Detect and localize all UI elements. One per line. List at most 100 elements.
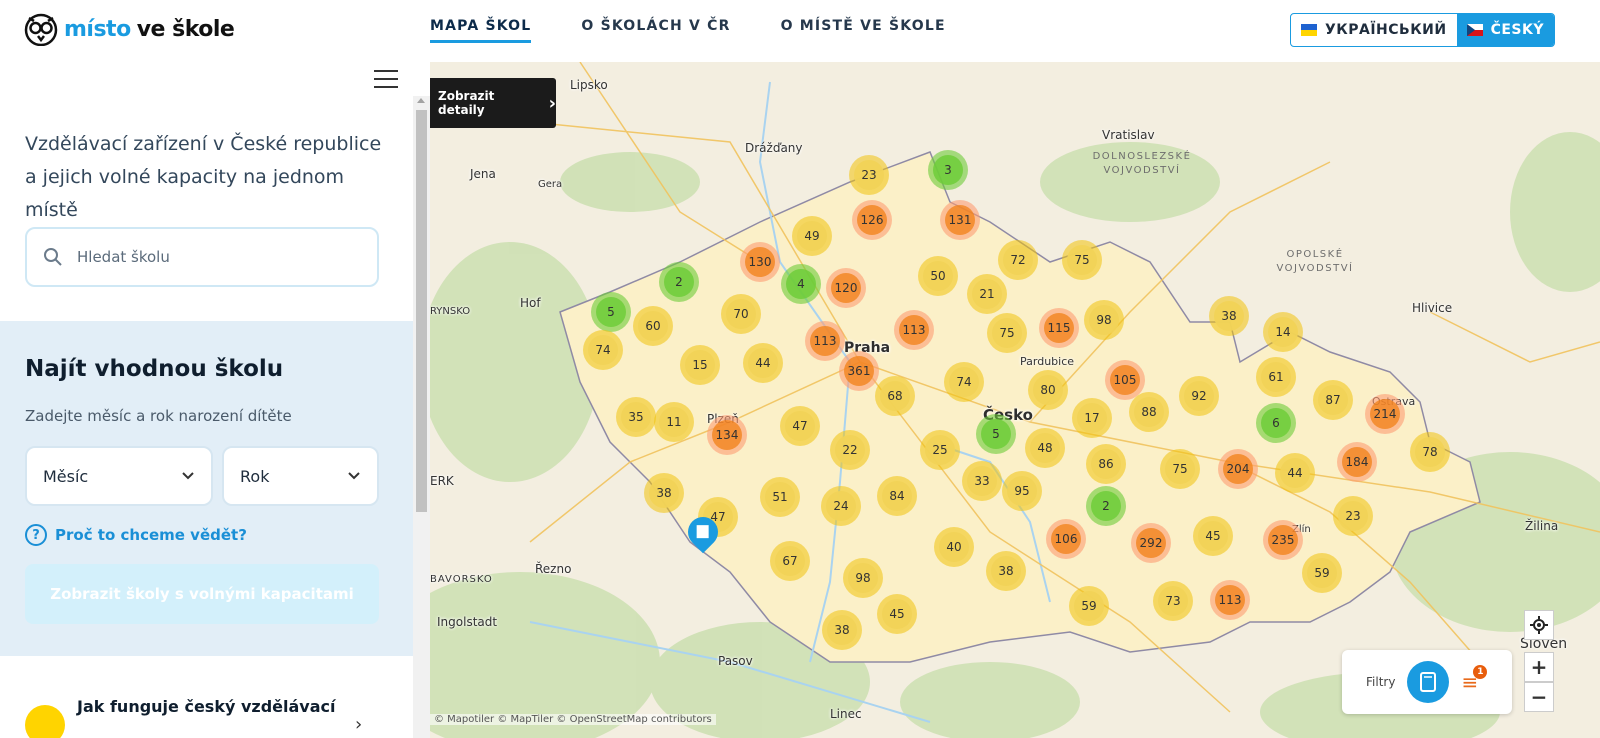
school-cluster-marker[interactable]: 60 xyxy=(633,306,673,346)
how-it-works-item[interactable]: Jak funguje český vzdělávací › xyxy=(25,697,362,738)
school-cluster-marker[interactable]: 25 xyxy=(920,430,960,470)
school-cluster-marker[interactable]: 15 xyxy=(680,345,720,385)
school-cluster-marker[interactable]: 214 xyxy=(1365,394,1405,434)
school-cluster-marker[interactable]: 2 xyxy=(659,262,699,302)
school-cluster-marker[interactable]: 48 xyxy=(1025,428,1065,468)
school-cluster-marker[interactable]: 50 xyxy=(918,256,958,296)
zoom-in-button[interactable]: + xyxy=(1524,652,1554,682)
school-cluster-marker[interactable]: 113 xyxy=(805,321,845,361)
why-link[interactable]: ? Proč to chceme vědět? xyxy=(25,524,247,546)
school-cluster-marker[interactable]: 70 xyxy=(721,294,761,334)
lang-ukrainian-button[interactable]: УКРАЇНСЬКИЙ xyxy=(1291,14,1457,46)
map-canvas[interactable]: Zobrazit detaily › Lipsko Drážďany Jena … xyxy=(430,62,1600,738)
school-cluster-marker[interactable]: 45 xyxy=(877,594,917,634)
school-cluster-marker[interactable]: 80 xyxy=(1028,370,1068,410)
school-cluster-marker[interactable]: 38 xyxy=(644,473,684,513)
school-cluster-marker[interactable]: 2 xyxy=(1086,486,1126,526)
school-cluster-marker[interactable]: 5 xyxy=(976,414,1016,454)
school-search[interactable] xyxy=(25,227,379,287)
school-cluster-marker[interactable]: 38 xyxy=(986,551,1026,591)
lang-czech-button[interactable]: ČESKÝ xyxy=(1456,14,1555,46)
school-cluster-marker[interactable]: 75 xyxy=(1160,449,1200,489)
book-filter-button[interactable] xyxy=(1407,661,1450,703)
school-cluster-marker[interactable]: 120 xyxy=(826,268,866,308)
nav-o-skolach[interactable]: O ŠKOLÁCH V ČR xyxy=(581,18,730,43)
school-cluster-marker[interactable]: 45 xyxy=(1193,516,1233,556)
school-cluster-marker[interactable]: 78 xyxy=(1410,432,1450,472)
school-cluster-marker[interactable]: 5 xyxy=(591,292,631,332)
school-cluster-marker[interactable]: 113 xyxy=(1210,580,1250,620)
school-cluster-marker[interactable]: 115 xyxy=(1039,308,1079,348)
school-cluster-marker[interactable]: 14 xyxy=(1263,312,1303,352)
school-cluster-marker[interactable]: 33 xyxy=(962,461,1002,501)
school-cluster-marker[interactable]: 204 xyxy=(1218,449,1258,489)
school-cluster-marker[interactable]: 73 xyxy=(1153,581,1193,621)
school-cluster-marker[interactable]: 68 xyxy=(875,376,915,416)
school-cluster-marker[interactable]: 22 xyxy=(830,430,870,470)
school-cluster-marker[interactable]: 59 xyxy=(1302,553,1342,593)
school-cluster-marker[interactable]: 184 xyxy=(1337,442,1377,482)
school-cluster-marker[interactable]: 40 xyxy=(934,527,974,567)
school-cluster-marker[interactable]: 235 xyxy=(1263,520,1303,560)
school-cluster-marker[interactable]: 23 xyxy=(849,155,889,195)
logo[interactable]: místo ve škole xyxy=(24,12,235,46)
school-cluster-marker[interactable]: 113 xyxy=(894,310,934,350)
school-cluster-marker[interactable]: 72 xyxy=(998,240,1038,280)
school-cluster-marker[interactable]: 21 xyxy=(967,274,1007,314)
school-cluster-marker[interactable]: 86 xyxy=(1086,444,1126,484)
school-cluster-marker[interactable]: 44 xyxy=(1275,453,1315,493)
cluster-count: 44 xyxy=(1280,458,1310,488)
school-cluster-marker[interactable]: 47 xyxy=(780,406,820,446)
school-cluster-marker[interactable]: 131 xyxy=(940,200,980,240)
school-cluster-marker[interactable]: 134 xyxy=(707,415,747,455)
school-cluster-marker[interactable]: 130 xyxy=(740,242,780,282)
school-cluster-marker[interactable]: 92 xyxy=(1179,376,1219,416)
school-cluster-marker[interactable]: 75 xyxy=(987,313,1027,353)
map-attribution[interactable]: © Mapotiler © MapTiler © OpenStreetMap c… xyxy=(430,714,716,725)
hamburger-menu-icon[interactable] xyxy=(374,70,398,88)
school-cluster-marker[interactable]: 361 xyxy=(839,351,879,391)
scroll-up-arrow-icon[interactable] xyxy=(417,98,425,103)
school-cluster-marker[interactable]: 38 xyxy=(1209,296,1249,336)
school-cluster-marker[interactable]: 95 xyxy=(1002,471,1042,511)
school-cluster-marker[interactable]: 67 xyxy=(770,541,810,581)
school-cluster-marker[interactable]: 6 xyxy=(1256,403,1296,443)
school-cluster-marker[interactable]: 59 xyxy=(1069,586,1109,626)
nav-mapa-skol[interactable]: MAPA ŠKOL xyxy=(430,18,532,43)
school-cluster-marker[interactable]: 11 xyxy=(654,402,694,442)
nav-o-miste[interactable]: O MÍSTĚ VE ŠKOLE xyxy=(781,18,946,43)
show-details-button[interactable]: Zobrazit detaily › xyxy=(430,78,556,128)
school-cluster-marker[interactable]: 17 xyxy=(1072,398,1112,438)
school-cluster-marker[interactable]: 23 xyxy=(1333,496,1373,536)
month-select[interactable]: Měsíc xyxy=(25,446,213,506)
school-cluster-marker[interactable]: 106 xyxy=(1046,519,1086,559)
school-cluster-marker[interactable]: 75 xyxy=(1062,240,1102,280)
school-cluster-marker[interactable]: 84 xyxy=(877,476,917,516)
school-cluster-marker[interactable]: 4 xyxy=(781,264,821,304)
school-cluster-marker[interactable]: 35 xyxy=(616,397,656,437)
school-cluster-marker[interactable]: 49 xyxy=(792,216,832,256)
filter-sliders-icon[interactable]: ≡ 1 xyxy=(1461,665,1488,692)
school-cluster-marker[interactable]: 98 xyxy=(843,558,883,598)
school-cluster-marker[interactable]: 44 xyxy=(743,343,783,383)
scrollbar-thumb[interactable] xyxy=(416,110,427,512)
school-cluster-marker[interactable]: 74 xyxy=(944,362,984,402)
school-cluster-marker[interactable]: 292 xyxy=(1131,523,1171,563)
school-cluster-marker[interactable]: 126 xyxy=(852,200,892,240)
locate-me-button[interactable] xyxy=(1524,610,1554,640)
search-input[interactable] xyxy=(77,248,357,266)
school-cluster-marker[interactable]: 24 xyxy=(821,486,861,526)
school-cluster-marker[interactable]: 38 xyxy=(822,610,862,650)
year-select[interactable]: Rok xyxy=(222,446,379,506)
school-cluster-marker[interactable]: 74 xyxy=(583,330,623,370)
ukraine-flag-icon xyxy=(1301,24,1317,36)
school-cluster-marker[interactable]: 3 xyxy=(928,150,968,190)
show-free-capacity-button[interactable]: Zobrazit školy s volnými kapacitami xyxy=(25,564,379,624)
school-cluster-marker[interactable]: 51 xyxy=(760,477,800,517)
school-cluster-marker[interactable]: 87 xyxy=(1313,380,1353,420)
school-cluster-marker[interactable]: 98 xyxy=(1084,300,1124,340)
zoom-out-button[interactable]: − xyxy=(1524,682,1554,712)
sidebar-scrollbar[interactable] xyxy=(413,96,430,738)
school-cluster-marker[interactable]: 88 xyxy=(1129,392,1169,432)
school-cluster-marker[interactable]: 61 xyxy=(1256,357,1296,397)
